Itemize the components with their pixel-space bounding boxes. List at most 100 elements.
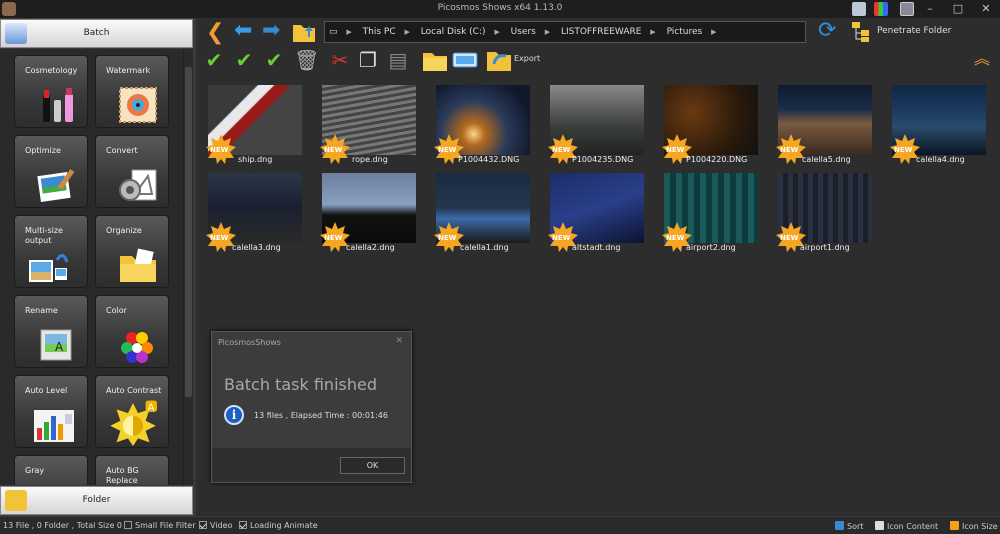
badge-text: NEW (210, 234, 229, 242)
scrollbar-thumb[interactable] (185, 67, 192, 397)
tile-label: Optimize (25, 146, 61, 155)
tile-label: Organize (106, 226, 142, 235)
icon-content-icon (875, 521, 884, 530)
refresh-icon[interactable]: ⟳ (818, 20, 836, 42)
sort-label: Sort (847, 522, 864, 531)
folder-header-button[interactable]: Folder (0, 486, 193, 515)
invert-selection-icon[interactable]: ✔ (232, 48, 256, 72)
back-arrow-icon[interactable]: ⬅ (234, 20, 252, 42)
main-panel: ❮ ⬅ ➡ ▭ ▶ This PC ▶ Local Disk (C:) ▶ Us… (196, 18, 1000, 516)
collapse-toolbar-icon[interactable]: ︽ (974, 48, 990, 70)
breadcrumb-pictures[interactable]: Pictures (667, 22, 703, 42)
file-name[interactable]: airport1.dng (800, 243, 910, 252)
chevron-right-icon[interactable]: ▶ (494, 28, 499, 36)
badge-text: NEW (666, 146, 685, 154)
new-badge-icon: NEW (320, 134, 350, 164)
pc-icon: ▭ (329, 27, 338, 37)
breadcrumb-this-pc[interactable]: This PC (363, 22, 396, 42)
chevron-right-icon[interactable]: ▶ (545, 28, 550, 36)
tile-rename[interactable]: Rename A (14, 295, 88, 368)
select-all-check-icon[interactable]: ✔ (202, 48, 226, 72)
chevron-right-icon[interactable]: ▶ (711, 28, 716, 36)
folder-up-icon[interactable] (292, 21, 316, 43)
tile-label: Watermark (106, 66, 151, 75)
breadcrumb-users[interactable]: Users (511, 22, 536, 42)
watermark-icon (119, 87, 157, 123)
tile-multi-size-output[interactable]: Multi-size output (14, 215, 88, 288)
tile-convert[interactable]: Convert (95, 135, 169, 208)
file-name[interactable]: calella4.dng (916, 155, 1000, 164)
screen-icon[interactable] (852, 2, 866, 16)
sort-button[interactable]: Sort (835, 521, 863, 531)
breadcrumb-local-disk[interactable]: Local Disk (C:) (421, 22, 486, 42)
batch-label: Batch (83, 28, 110, 38)
tool-tiles-panel: Cosmetology Watermark Optimize Convert M… (0, 49, 183, 485)
address-bar[interactable]: ▭ ▶ This PC ▶ Local Disk (C:) ▶ Users ▶ … (324, 21, 806, 43)
copy-icon[interactable]: ❐ (356, 48, 380, 72)
folder-icon (5, 490, 27, 511)
loading-animate-label: Loading Animate (250, 521, 318, 530)
batch-header-button[interactable]: Batch (0, 19, 193, 48)
chevron-right-icon[interactable]: ▶ (650, 28, 655, 36)
up-arrow-icon[interactable]: ❮ (206, 22, 224, 44)
badge-text: NEW (552, 146, 571, 154)
loading-animate-checkbox[interactable]: Loading Animate (239, 521, 318, 530)
chevron-right-icon[interactable]: ▶ (405, 28, 410, 36)
multi-size-icon (29, 254, 69, 282)
tile-watermark[interactable]: Watermark (95, 55, 169, 128)
cut-scissors-icon[interactable]: ✂ (328, 48, 352, 72)
select-tools-icon[interactable]: ✔ (262, 48, 286, 72)
tile-cosmetology[interactable]: Cosmetology (14, 55, 88, 128)
minimize-button[interactable]: – (916, 0, 944, 18)
checkbox-box[interactable] (239, 521, 247, 529)
tile-auto-contrast[interactable]: Auto Contrast A (95, 375, 169, 448)
info-icon: i (224, 405, 244, 425)
tile-auto-level[interactable]: Auto Level (14, 375, 88, 448)
paste-icon[interactable]: ▤ (386, 48, 410, 72)
icon-size-button[interactable]: Icon Size (950, 521, 998, 531)
small-file-filter-label: Small File Filter (135, 521, 196, 530)
new-folder-icon[interactable] (422, 48, 448, 72)
tile-gray[interactable]: Gray (14, 455, 88, 485)
folder-label: Folder (82, 495, 111, 505)
checkbox-box[interactable] (199, 521, 207, 529)
batch-finished-dialog: PicosmosShows ✕ Batch task finished i 13… (211, 331, 412, 483)
tile-auto-bg-replace[interactable]: Auto BG Replace (95, 455, 169, 485)
close-button[interactable]: ✕ (972, 0, 1000, 18)
batch-icon (5, 23, 27, 44)
tile-label: Convert (106, 146, 138, 155)
ok-button[interactable]: OK (340, 457, 405, 474)
slideshow-icon[interactable] (452, 50, 478, 70)
tile-optimize[interactable]: Optimize (14, 135, 88, 208)
penetrate-folder-label: Penetrate Folder (877, 26, 952, 36)
breadcrumb-user[interactable]: LISTOFFREEWARE (561, 22, 641, 42)
tile-organize[interactable]: Organize (95, 215, 169, 288)
color-grid-icon[interactable] (874, 2, 888, 16)
forward-arrow-icon[interactable]: ➡ (262, 20, 280, 42)
icon-content-button[interactable]: Icon Content (875, 521, 938, 531)
small-file-filter-checkbox[interactable]: Small File Filter (124, 521, 196, 530)
trash-icon[interactable]: 🗑 (294, 48, 319, 72)
video-checkbox[interactable]: Video (199, 521, 232, 530)
export-button[interactable]: Export (486, 46, 546, 72)
monitor-icon[interactable] (900, 2, 914, 16)
tile-label: Cosmetology (25, 66, 78, 75)
badge-text: NEW (210, 146, 229, 154)
penetrate-folder-button[interactable]: Penetrate Folder (851, 21, 971, 43)
new-badge-icon: NEW (206, 134, 236, 164)
rename-icon: A (40, 329, 72, 361)
video-label: Video (210, 521, 233, 530)
tile-label: Color (106, 306, 127, 315)
maximize-button[interactable]: □ (944, 0, 972, 18)
badge-text: NEW (552, 234, 571, 242)
sort-icon (835, 521, 844, 530)
export-icon (487, 52, 511, 71)
checkbox-box[interactable] (124, 521, 132, 529)
status-bar: 13 File , 0 Folder , Total Size 0 Small … (0, 516, 1000, 534)
chevron-right-icon[interactable]: ▶ (346, 28, 351, 36)
badge-text: NEW (780, 146, 799, 154)
optimize-icon (37, 169, 75, 202)
dialog-close-button[interactable]: ✕ (395, 336, 403, 346)
tile-color[interactable]: Color (95, 295, 169, 368)
sidebar-scrollbar[interactable] (183, 49, 193, 485)
